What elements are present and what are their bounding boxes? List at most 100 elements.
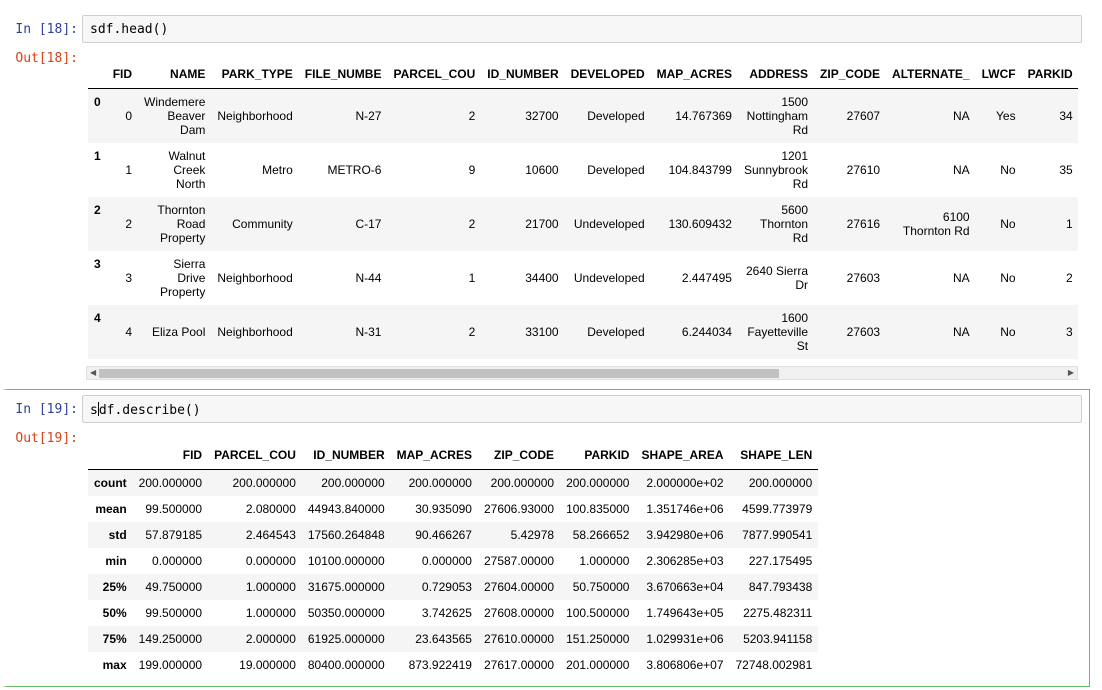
table-cell: Neighborhood (217, 108, 293, 123)
code-input-18[interactable]: sdf.head() (82, 15, 1082, 43)
table-cell: 50350.000000 (307, 605, 385, 620)
table-cell: 2 (468, 216, 476, 231)
table-row: 1 1 Walnut Creek North Metro METRO-6 9 10600 Deve… (88, 143, 1078, 197)
table-cell: 2.464543 (245, 527, 296, 542)
table-cell: 99.500000 (145, 605, 203, 620)
table-cell: 3.806806e+07 (646, 657, 724, 672)
table-cell: 30.935090 (415, 501, 472, 516)
table-cell: 847.793438 (748, 579, 813, 594)
table-cell: Undeveloped (573, 270, 645, 285)
table-cell: 0 (125, 108, 133, 123)
input-prompt-18: In [18]: (15, 22, 78, 37)
table-cell: 80400.000000 (307, 657, 385, 672)
table-cell: 2640 Sierra Dr (745, 263, 809, 292)
column-header: ZIP_CODE (814, 60, 887, 89)
column-header: MAP_ACRES (390, 441, 478, 470)
column-header: PARKID (560, 441, 636, 470)
row-index: count (94, 475, 127, 490)
column-header: ADDRESS (737, 60, 815, 89)
column-header (88, 60, 107, 89)
output-prompt-19: Out[19]: (15, 431, 78, 446)
table-cell: Developed (587, 324, 645, 339)
table-cell: Walnut Creek North (168, 148, 206, 191)
table-cell: N-31 (355, 324, 382, 339)
column-header: PARK_TYPE (211, 60, 299, 89)
table-cell: 6.244034 (681, 324, 732, 339)
table-cell: Sierra Drive Property (160, 256, 206, 299)
table-cell: 227.175495 (748, 553, 813, 568)
table-cell: 5.42978 (510, 527, 555, 542)
scroll-right-icon[interactable]: ▶ (1068, 367, 1074, 379)
table-cell: 49.750000 (145, 579, 203, 594)
table-cell: NA (952, 324, 970, 339)
column-header: LWCF (975, 60, 1022, 89)
table-cell: 57.879185 (145, 527, 203, 542)
table-cell: Developed (587, 108, 645, 123)
table-cell: Windemere Beaver Dam (144, 94, 206, 137)
table-cell: 17560.264848 (307, 527, 385, 542)
column-header: PARKID (1021, 60, 1078, 89)
table-cell: 4599.773979 (742, 501, 813, 516)
column-header: SHAPE_AREA (635, 441, 730, 470)
column-header: DEVELOPED (564, 60, 651, 89)
table-row: max 199.000000 19.000000 80400.000000 873.92… (88, 652, 818, 678)
code-input-19[interactable]: sdf.describe() (82, 395, 1082, 423)
table-cell: 1.000000 (245, 579, 296, 594)
row-index: max (102, 657, 127, 672)
table-cell: 1 (468, 270, 476, 285)
table-cell: 27610.00000 (483, 631, 555, 646)
table-cell: 1 (125, 162, 133, 177)
column-header (88, 441, 133, 470)
table-cell: Eliza Pool (152, 324, 206, 339)
table-cell: No (1000, 216, 1016, 231)
table-row: count 200.000000 200.000000 200.000000 200.0… (88, 469, 819, 496)
table-row: 25% 49.750000 1.000000 31675.000000 0.729053… (88, 573, 819, 600)
code-text-18: sdf.head() (90, 22, 169, 37)
table-cell: 100.500000 (566, 605, 630, 620)
table-cell: 5203.941158 (743, 631, 813, 646)
table-cell: 6100 Thornton Rd (902, 209, 970, 238)
horizontal-scrollbar[interactable]: ◀ ▶ (86, 366, 1078, 380)
table-cell: 32700 (525, 108, 559, 123)
table-header-row: FID PARCEL_COU ID_NUMBER MAP_ACRES ZIP_CODE P… (88, 441, 819, 470)
table-cell: 2275.482311 (743, 605, 813, 620)
table-cell: 100.835000 (566, 501, 630, 516)
table-cell: 151.250000 (566, 631, 630, 646)
table-cell: 27606.93000 (483, 501, 555, 516)
describe-dataframe-table: FID PARCEL_COU ID_NUMBER MAP_ACRES ZIP_CODE P… (88, 441, 819, 678)
table-cell: 1.351746e+06 (646, 501, 724, 516)
table-cell: 104.843799 (668, 162, 732, 177)
column-header: ID_NUMBER (481, 60, 565, 89)
row-index: 1 (94, 148, 101, 163)
table-cell: Neighborhood (217, 324, 293, 339)
scrollbar-thumb[interactable] (99, 369, 779, 378)
column-header: ZIP_CODE (477, 441, 561, 470)
row-index: 0 (94, 95, 101, 109)
table-cell: C-17 (355, 216, 382, 231)
table-cell: Neighborhood (217, 270, 293, 285)
table-cell: 35 (1059, 162, 1073, 177)
table-cell: 200.000000 (490, 475, 555, 490)
table-cell: 200.000000 (408, 475, 472, 490)
table-cell: 1.749643e+05 (646, 605, 724, 620)
table-header-row: FID NAME PARK_TYPE FILE_NUMBE PARCEL_COU ID_N… (88, 60, 1078, 89)
table-cell: 149.250000 (138, 631, 203, 646)
output-prompt-18: Out[18]: (15, 51, 78, 66)
table-cell: 3.670663e+04 (646, 579, 724, 594)
code-text-19-b: df.describe() (98, 403, 201, 418)
table-cell: 1.000000 (579, 553, 630, 568)
column-header: PARCEL_COU (208, 441, 302, 470)
column-header: NAME (138, 60, 212, 89)
scroll-left-icon[interactable]: ◀ (90, 367, 96, 379)
table-cell: 2 (125, 216, 133, 231)
row-index: 3 (94, 256, 101, 271)
table-row: 4 4 Eliza Pool Neighborhood N-31 2 33100 Develo… (88, 304, 1078, 359)
table-cell: 873.922419 (408, 657, 472, 672)
row-index: mean (95, 501, 127, 516)
table-cell: 3 (1066, 324, 1073, 339)
table-cell: 58.266652 (572, 527, 630, 542)
table-cell: 2 (468, 108, 476, 123)
table-cell: 14.767369 (675, 108, 732, 123)
table-cell: 44943.840000 (307, 501, 385, 516)
table-cell: No (1000, 162, 1016, 177)
